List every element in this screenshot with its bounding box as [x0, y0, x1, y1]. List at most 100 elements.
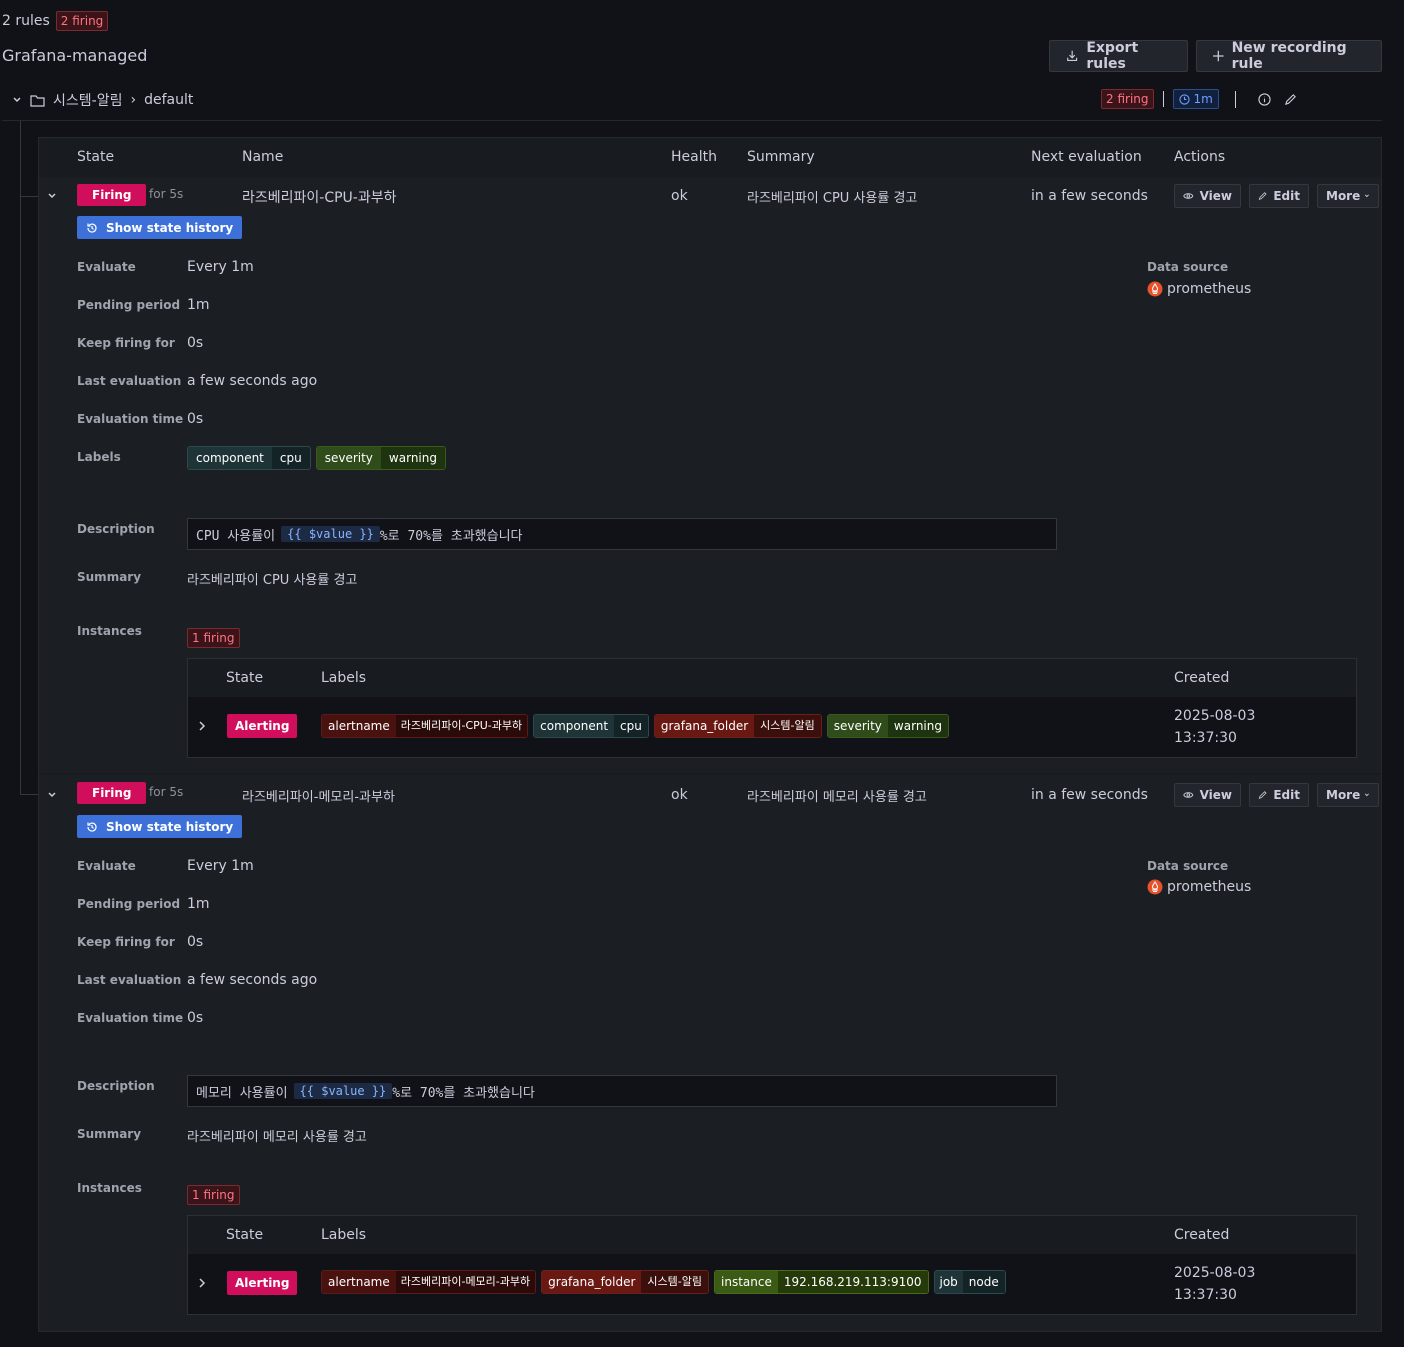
detail-eval-time: 0s — [187, 411, 204, 427]
detail-label-description: Description — [77, 1079, 155, 1093]
datasource[interactable]: prometheus — [1147, 879, 1251, 895]
detail-label-description: Description — [77, 522, 155, 536]
chevron-down-icon[interactable] — [47, 191, 57, 201]
detail-label-keep-firing: Keep firing for — [77, 336, 175, 350]
label-key: job — [934, 1271, 963, 1293]
folder-icon — [30, 94, 45, 107]
instance-row: Alerting alertname 라즈베리파이-메모리-과부하 grafana… — [188, 1254, 1356, 1314]
folder-name[interactable]: 시스템-알림 — [53, 90, 122, 110]
chevron-down-icon — [1365, 194, 1370, 198]
plus-icon — [1213, 50, 1224, 62]
pencil-icon[interactable] — [1284, 93, 1297, 106]
more-button[interactable]: More — [1317, 184, 1379, 208]
edit-label: Edit — [1273, 788, 1300, 802]
label-value: warning — [380, 447, 445, 469]
inst-col-created: Created — [1174, 1227, 1230, 1243]
description-template: {{ $value }} — [281, 526, 380, 542]
created-time: 13:37:30 — [1174, 730, 1237, 746]
label-key: component — [188, 447, 272, 469]
label-tag: alertname 라즈베리파이-메모리-과부하 — [321, 1270, 537, 1294]
pencil-icon — [1258, 192, 1267, 200]
detail-keep-firing: 0s — [187, 335, 204, 351]
export-rules-button[interactable]: Export rules — [1049, 40, 1188, 72]
new-recording-label: New recording rule — [1231, 40, 1347, 72]
page-title: Grafana-managed — [2, 46, 148, 65]
description-box: 메모리 사용률이 {{ $value }} %로 70%를 초과했습니다 — [187, 1075, 1057, 1107]
description-template: {{ $value }} — [293, 1083, 393, 1099]
clock-icon — [1178, 93, 1190, 105]
instances-firing-badge: 1 firing — [187, 628, 240, 648]
detail-label-datasource: Data source — [1147, 859, 1229, 873]
inst-col-labels: Labels — [321, 1227, 367, 1243]
chevron-down-icon[interactable] — [47, 790, 57, 800]
instance-state-badge: Alerting — [227, 1271, 298, 1295]
chevron-right-icon[interactable] — [198, 1278, 206, 1288]
label-value: cpu — [271, 447, 310, 469]
chevron-right-icon[interactable] — [198, 721, 206, 731]
created-date: 2025-08-03 — [1174, 708, 1256, 724]
created-time: 13:37:30 — [1174, 1287, 1237, 1303]
rule-for: for 5s — [149, 785, 184, 799]
datasource-name: prometheus — [1167, 281, 1252, 297]
col-name: Name — [242, 149, 284, 165]
col-actions: Actions — [1174, 149, 1226, 165]
prometheus-icon — [1147, 879, 1163, 895]
label-tag: alertname 라즈베리파이-CPU-과부하 — [321, 714, 529, 738]
edit-button[interactable]: Edit — [1249, 184, 1309, 208]
label-key: grafana_folder — [654, 715, 755, 737]
rule-name[interactable]: 라즈베리파이-CPU-과부하 — [242, 187, 397, 207]
detail-label-labels: Labels — [77, 450, 121, 464]
prometheus-icon — [1147, 281, 1163, 297]
datasource[interactable]: prometheus — [1147, 281, 1251, 297]
detail-pending: 1m — [187, 896, 210, 912]
more-button[interactable]: More — [1317, 783, 1379, 807]
detail-keep-firing: 0s — [187, 934, 204, 950]
eye-icon — [1183, 792, 1194, 798]
label-value: warning — [887, 715, 948, 737]
rule-state-badge: Firing — [77, 782, 147, 804]
inst-col-state: State — [226, 1227, 264, 1243]
info-icon[interactable] — [1258, 93, 1271, 106]
tree-line — [20, 121, 21, 795]
export-rules-label: Export rules — [1086, 40, 1139, 72]
new-recording-rule-button[interactable]: New recording rule — [1196, 40, 1382, 72]
group-header: 시스템-알림 › default — [12, 90, 193, 110]
datasource-name: prometheus — [1167, 879, 1252, 895]
divider — [1162, 91, 1164, 107]
detail-label-last-eval: Last evaluation — [77, 374, 182, 388]
label-value: node — [962, 1271, 1005, 1293]
label-key: severity — [827, 715, 888, 737]
detail-eval-time: 0s — [187, 1010, 204, 1026]
label-value: 라즈베리파이-메모리-과부하 — [395, 1271, 536, 1293]
detail-label-datasource: Data source — [1147, 260, 1229, 274]
rule-name[interactable]: 라즈베리파이-메모리-과부하 — [242, 786, 395, 805]
edit-button[interactable]: Edit — [1249, 783, 1309, 807]
history-label: Show state history — [106, 819, 234, 834]
detail-evaluate: Every 1m — [187, 259, 254, 275]
chevron-down-icon[interactable] — [12, 95, 22, 105]
col-state: State — [77, 149, 115, 165]
label-key: alertname — [322, 1271, 396, 1293]
description-text: %로 70%를 초과했습니다 — [392, 1085, 535, 1101]
view-label: View — [1199, 189, 1232, 203]
rule-next-eval: in a few seconds — [1031, 787, 1148, 803]
detail-evaluate: Every 1m — [187, 858, 254, 874]
breadcrumb-separator: › — [130, 92, 137, 108]
group-interval-badge: 1m — [1172, 89, 1219, 109]
view-button[interactable]: View — [1174, 184, 1241, 208]
label-key: instance — [715, 1271, 778, 1293]
chevron-down-icon — [1365, 793, 1370, 797]
instance-created: 2025-08-03 13:37:30 — [1174, 705, 1255, 749]
rule-health: ok — [671, 787, 688, 803]
label-tag: grafana_folder 시스템-알림 — [541, 1270, 709, 1294]
show-state-history-button[interactable]: Show state history — [77, 216, 243, 239]
detail-label-eval-time: Evaluation time — [77, 412, 184, 426]
label-tag: component cpu — [533, 714, 649, 738]
description-text: 메모리 사용률이 — [196, 1085, 288, 1101]
group-name[interactable]: default — [144, 92, 193, 108]
more-label: More — [1326, 189, 1361, 203]
show-state-history-button[interactable]: Show state history — [77, 815, 243, 838]
rule-health: ok — [671, 188, 688, 204]
label-tag: grafana_folder 시스템-알림 — [653, 714, 822, 738]
view-button[interactable]: View — [1174, 783, 1241, 807]
